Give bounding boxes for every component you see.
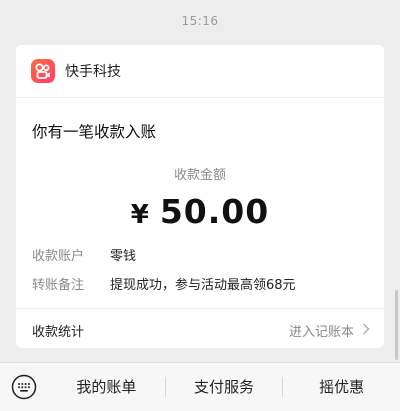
ledger-link-label: 进入记账本 xyxy=(288,325,354,340)
keyboard-icon xyxy=(11,374,37,400)
bottom-menu-bar: 我的账单 支付服务 摇优惠 xyxy=(0,362,400,411)
detail-row-remark: 转账备注 提现成功，参与活动最高领68元 xyxy=(32,274,296,293)
ledger-link[interactable]: 进入记账本 xyxy=(289,321,370,340)
stats-row[interactable]: 收款统计 进入记账本 xyxy=(32,321,370,340)
detail-value: 零钱 xyxy=(110,249,137,264)
merchant-app-icon xyxy=(31,59,55,83)
currency-symbol: ¥ xyxy=(130,200,150,230)
merchant-name: 快手科技 xyxy=(65,64,121,80)
detail-label: 转账备注 xyxy=(32,278,85,293)
menu-payment-services[interactable]: 支付服务 xyxy=(166,363,283,411)
detail-row-account: 收款账户 零钱 xyxy=(32,245,136,264)
keyboard-button[interactable] xyxy=(0,363,48,411)
chevron-right-icon xyxy=(362,323,370,339)
detail-value: 提现成功，参与活动最高领68元 xyxy=(110,278,296,293)
detail-label: 收款账户 xyxy=(32,249,85,264)
amount-number: 50.00 xyxy=(159,192,270,231)
stats-divider xyxy=(16,308,384,309)
menu-shake-discounts[interactable]: 摇优惠 xyxy=(283,363,400,411)
payment-notification-card[interactable]: 快手科技 你有一笔收款入账 收款金额 ¥50.00 收款账户 零钱 转账备注 提… xyxy=(16,45,384,348)
menu-my-bills[interactable]: 我的账单 xyxy=(48,363,165,411)
stats-label: 收款统计 xyxy=(32,325,85,340)
card-header[interactable]: 快手科技 xyxy=(31,57,121,85)
header-divider xyxy=(16,97,384,98)
scrollbar[interactable] xyxy=(395,290,398,360)
amount-value: ¥50.00 xyxy=(16,192,384,231)
message-timestamp: 15:16 xyxy=(181,14,219,28)
camera-film-icon xyxy=(35,63,50,79)
amount-label: 收款金额 xyxy=(173,168,226,183)
notice-title: 你有一笔收款入账 xyxy=(32,123,157,141)
